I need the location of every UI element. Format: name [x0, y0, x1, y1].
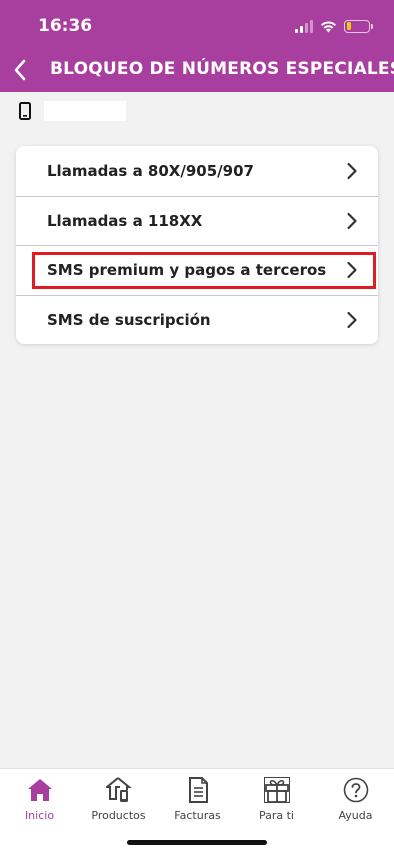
- nav-item-productos[interactable]: Productos: [79, 777, 158, 827]
- home-icon: [27, 777, 53, 803]
- nav-item-para-ti[interactable]: Para ti: [237, 777, 316, 827]
- line-number: [44, 101, 126, 121]
- chevron-right-icon: [347, 262, 357, 279]
- gift-icon: [263, 777, 290, 803]
- wifi-icon: [321, 20, 336, 32]
- nav-label: Productos: [91, 809, 146, 822]
- menu-item-sms-suscripcion[interactable]: SMS de suscripción: [16, 294, 378, 345]
- app-header: 16:36 BLOQUEO DE NÚMEROS ESPECIALES: [0, 0, 394, 92]
- battery-icon: [344, 19, 373, 33]
- menu-item-80x-905-907[interactable]: Llamadas a 80X/905/907: [16, 146, 378, 196]
- help-icon: [343, 777, 369, 803]
- invoice-icon: [185, 777, 211, 803]
- nav-item-ayuda[interactable]: Ayuda: [316, 777, 394, 827]
- line-selector[interactable]: [18, 100, 126, 122]
- chevron-right-icon: [347, 162, 357, 179]
- signal-icon: [295, 19, 313, 33]
- products-icon: [105, 777, 132, 803]
- mobile-phone-icon: [18, 101, 32, 121]
- nav-label: Ayuda: [338, 809, 373, 822]
- page-title: BLOQUEO DE NÚMEROS ESPECIALES: [50, 59, 394, 79]
- nav-label: Inicio: [24, 809, 55, 822]
- status-icons: [295, 16, 373, 36]
- nav-item-facturas[interactable]: Facturas: [158, 777, 237, 827]
- special-numbers-menu: Llamadas a 80X/905/907 Llamadas a 118XX …: [16, 146, 378, 344]
- nav-label: Para ti: [258, 809, 294, 822]
- menu-item-sms-premium[interactable]: SMS premium y pagos a terceros: [16, 245, 378, 295]
- menu-item-label: SMS de suscripción: [47, 310, 211, 329]
- nav-label: Facturas: [174, 809, 221, 822]
- menu-item-label: Llamadas a 118XX: [47, 211, 203, 230]
- menu-item-118xx[interactable]: Llamadas a 118XX: [16, 195, 378, 246]
- menu-item-label: Llamadas a 80X/905/907: [47, 161, 254, 180]
- chevron-right-icon: [347, 212, 357, 229]
- status-time: 16:36: [38, 16, 93, 36]
- menu-item-label: SMS premium y pagos a terceros: [47, 261, 327, 280]
- home-indicator[interactable]: [127, 840, 267, 845]
- chevron-right-icon: [347, 311, 357, 328]
- nav-item-inicio[interactable]: Inicio: [0, 777, 79, 827]
- chevron-left-icon: [14, 59, 26, 81]
- back-button[interactable]: [6, 56, 34, 84]
